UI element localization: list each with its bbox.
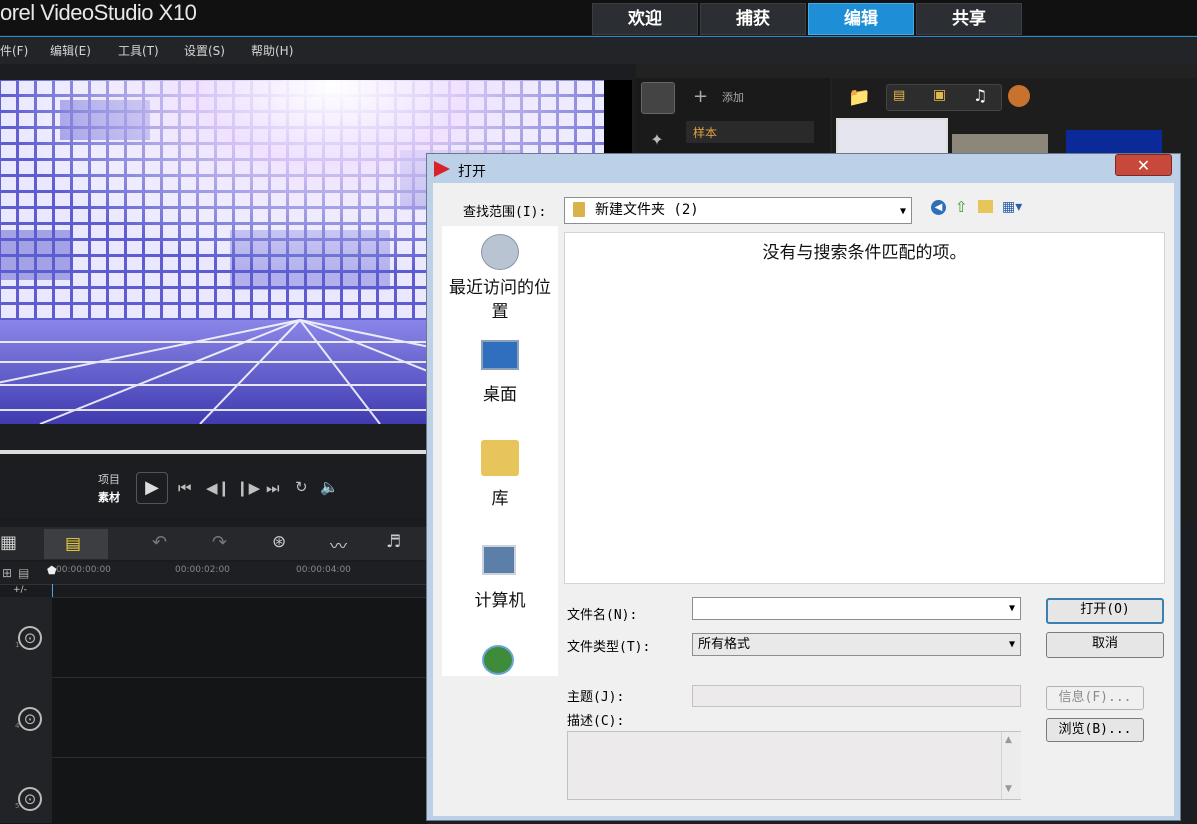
info-button: 信息(F)... [1046,686,1144,710]
ruler-tick: 00:00:02:00 [175,565,230,575]
close-button[interactable]: ✕ [1115,154,1172,176]
track-overlay[interactable] [0,677,428,758]
app-icon [434,161,450,177]
photo-filter-icon[interactable]: ▣ [933,87,946,103]
redo-icon[interactable]: ↷ [212,532,227,553]
chevron-down-icon: ▼ [1008,639,1015,650]
empty-message: 没有与搜索条件匹配的项。 [762,243,967,263]
place-desktop[interactable]: 桌面 [442,380,558,405]
filename-label: 文件名(N): [567,608,638,623]
track-number: 4 [15,722,20,730]
add-icon[interactable]: + [693,86,708,107]
tab-share[interactable]: 共享 [916,3,1022,35]
library-icon[interactable] [481,440,519,476]
add-label[interactable]: 添加 [722,89,744,105]
cancel-button[interactable]: 取消 [1046,632,1164,658]
track-manager-icon[interactable]: ⊞ [2,566,12,580]
go-end-icon[interactable]: ⏭ [266,479,280,497]
title-track-icon: ⊙ [18,787,42,811]
filename-input[interactable]: ▼ [692,597,1021,620]
place-computer[interactable]: 计算机 [442,586,558,611]
chevron-down-icon: ▼ [899,206,906,217]
overlay-track-icon: ⊙ [18,707,42,731]
computer-icon[interactable] [482,545,516,575]
filetype-label: 文件类型(T): [567,640,651,655]
storyboard-view-icon[interactable]: ▦ [0,532,17,553]
filetype-value: 所有格式 [698,637,751,652]
menu-settings[interactable]: 设置(S) [184,42,225,59]
ruler-tick: 00:00:00:00 [56,565,111,575]
track-video[interactable] [0,597,428,678]
nav-item-sample-label: 样本 [693,126,718,140]
playhead-marker[interactable]: ⬟ [47,564,57,577]
track-number: 1 [15,641,20,649]
play-icon[interactable]: ▶ [136,472,168,504]
scroll-up-icon[interactable]: ▲ [1005,735,1012,745]
reel-icon[interactable] [1008,85,1030,107]
mode-project[interactable]: 项目 [98,471,120,487]
tab-capture[interactable]: 捕获 [700,3,806,35]
chapter-icon[interactable]: ▤ [18,566,29,580]
tab-welcome[interactable]: 欢迎 [592,3,698,35]
place-library[interactable]: 库 [442,484,558,509]
filetype-select[interactable]: 所有格式 ▼ [692,633,1021,656]
place-recent[interactable]: 最近访问的位置 [442,276,558,324]
subject-field [692,685,1021,707]
menu-file[interactable]: 件(F) [0,42,28,59]
network-icon[interactable] [482,645,514,675]
new-folder-icon[interactable] [978,200,993,213]
description-field [567,731,1021,800]
view-menu-icon[interactable]: ▦▾ [1002,199,1022,215]
auto-music-icon[interactable]: ♬ [386,532,401,552]
desktop-icon[interactable] [481,340,519,370]
repeat-icon[interactable]: ↻ [295,478,308,496]
dialog-title: 打开 [458,164,486,180]
description-label: 描述(C): [567,714,625,729]
menu-edit[interactable]: 编辑(E) [50,42,91,59]
tab-edit[interactable]: 编辑 [808,3,914,35]
ruler-tick: 00:00:04:00 [296,565,351,575]
volume-icon[interactable]: 🔈 [320,478,339,496]
prev-frame-icon[interactable]: ◀❙ [206,479,230,497]
sound-mixer-icon[interactable]: 〰 [330,532,347,557]
up-folder-icon[interactable]: ⇧ [955,198,968,216]
menu-tools[interactable]: 工具(T) [118,42,159,59]
video-filter-icon[interactable]: ▤ [893,88,905,103]
recent-places-icon[interactable] [481,234,519,270]
menu-help[interactable]: 帮助(H) [251,42,293,59]
folder-icon[interactable]: 📁 [848,87,870,108]
track-number: 5 [15,802,20,810]
next-frame-icon[interactable]: ❙▶ [236,479,260,497]
zoom-control[interactable]: +/- [13,585,27,595]
scroll-down-icon[interactable]: ▼ [1005,784,1012,794]
track-title[interactable] [0,757,428,824]
lookin-value: 新建文件夹 (2) [595,202,699,218]
timeline-view-icon: ▤ [65,534,82,554]
lookin-label: 查找范围(I): [463,205,547,220]
lookin-dropdown[interactable]: 新建文件夹 (2) ▼ [564,197,912,224]
subject-label: 主题(J): [567,690,625,705]
mode-clip[interactable]: 素材 [98,489,120,505]
open-button[interactable]: 打开(O) [1046,598,1164,624]
chevron-down-icon[interactable]: ▼ [1009,598,1015,620]
media-library-icon[interactable] [641,82,675,114]
video-track-icon: ⊙ [18,626,42,650]
back-icon[interactable]: ◀ [931,200,946,215]
file-list[interactable] [564,232,1165,584]
menu-bar [0,36,1197,64]
record-capture-icon[interactable]: ⊛ [272,532,286,552]
go-start-icon[interactable]: ⏮ [178,479,192,497]
undo-icon[interactable]: ↶ [152,532,167,553]
folder-icon [573,202,585,217]
music-filter-icon[interactable]: ♫ [973,86,987,105]
browse-button[interactable]: 浏览(B)... [1046,718,1144,742]
app-title: orel VideoStudio X10 [0,0,197,25]
